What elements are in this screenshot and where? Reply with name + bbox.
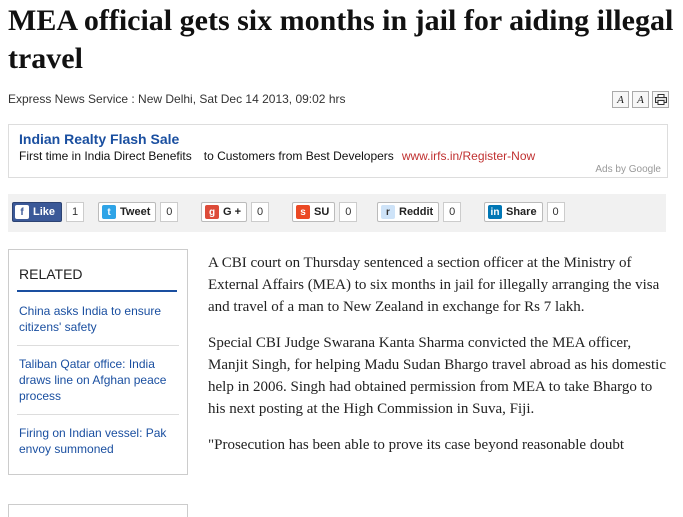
like-count: 1 [66, 202, 85, 222]
google-plus-icon: g [205, 205, 219, 219]
related-underline [17, 290, 177, 292]
tweet-count: 0 [160, 202, 179, 222]
related-panel: RELATED China asks India to ensure citiz… [8, 249, 188, 475]
font-increase-button[interactable]: A [632, 91, 649, 108]
tweet-button[interactable]: t Tweet [98, 202, 157, 222]
gplus-label: G + [223, 206, 242, 218]
article-paragraph: "Prosecution has been able to prove its … [208, 437, 625, 453]
stumbleupon-icon: s [296, 205, 310, 219]
twitter-icon: t [102, 205, 116, 219]
related-link[interactable]: Firing on Indian vessel: Pak envoy summo… [19, 425, 181, 457]
article-paragraph: Special CBI Judge Swarana Kanta Sharma c… [208, 335, 666, 417]
linkedin-button[interactable]: in Share [484, 202, 543, 222]
related-link[interactable]: China asks India to ensure citizens' saf… [19, 303, 181, 335]
linkedin-label: Share [506, 206, 537, 218]
reddit-count: 0 [443, 202, 462, 222]
share-bar: f Like 1 t Tweet 0 g G + 0 s SU 0 r Redd… [8, 194, 666, 232]
tweet[interactable]: t Tweet 0 [98, 202, 179, 222]
font-decrease-button[interactable]: A [612, 91, 629, 108]
ad-url[interactable]: www.irfs.in/Register-Now [402, 149, 535, 163]
print-button[interactable] [652, 91, 669, 108]
related-link[interactable]: Taliban Qatar office: India draws line o… [19, 356, 181, 404]
article-headline: MEA official gets six months in jail for… [8, 4, 674, 75]
reddit-icon: r [381, 205, 395, 219]
facebook-like[interactable]: f Like 1 [12, 202, 85, 222]
su-label: SU [314, 206, 330, 218]
divider [17, 345, 179, 346]
text-tools: A A [612, 91, 669, 108]
gplus-count: 0 [251, 202, 270, 222]
sidebar-box [8, 504, 188, 517]
related-heading: RELATED [19, 266, 83, 282]
su-count: 0 [339, 202, 358, 222]
print-icon [654, 94, 667, 105]
facebook-icon: f [15, 205, 29, 219]
google-plus[interactable]: g G + 0 [201, 202, 270, 222]
reddit-label: Reddit [399, 206, 434, 218]
article-paragraph: A CBI court on Thursday sentenced a sect… [208, 255, 660, 315]
reddit-button[interactable]: r Reddit [377, 202, 440, 222]
divider [17, 414, 179, 415]
ad-banner[interactable]: Indian Realty Flash Sale First time in I… [8, 124, 668, 178]
facebook-like-button[interactable]: f Like [12, 202, 63, 222]
linkedin-icon: in [488, 205, 502, 219]
stumbleupon[interactable]: s SU 0 [292, 202, 358, 222]
linkedin-count: 0 [546, 202, 565, 222]
byline: Express News Service : New Delhi, Sat De… [8, 92, 346, 106]
stumbleupon-button[interactable]: s SU [292, 202, 336, 222]
ad-text-a: First time in India Direct Benefits [19, 149, 192, 163]
like-label: Like [33, 206, 56, 218]
ad-title[interactable]: Indian Realty Flash Sale [19, 131, 179, 147]
ads-by-google[interactable]: Ads by Google [595, 164, 661, 175]
reddit[interactable]: r Reddit 0 [377, 202, 462, 222]
tweet-label: Tweet [120, 206, 151, 218]
ad-text-b: to Customers from Best Developers [203, 149, 394, 163]
article-body: A CBI court on Thursday sentenced a sect… [208, 252, 670, 470]
linkedin[interactable]: in Share 0 [484, 202, 565, 222]
google-plus-button[interactable]: g G + [201, 202, 248, 222]
ad-text: First time in India Direct Benefits to Cu… [19, 149, 535, 163]
